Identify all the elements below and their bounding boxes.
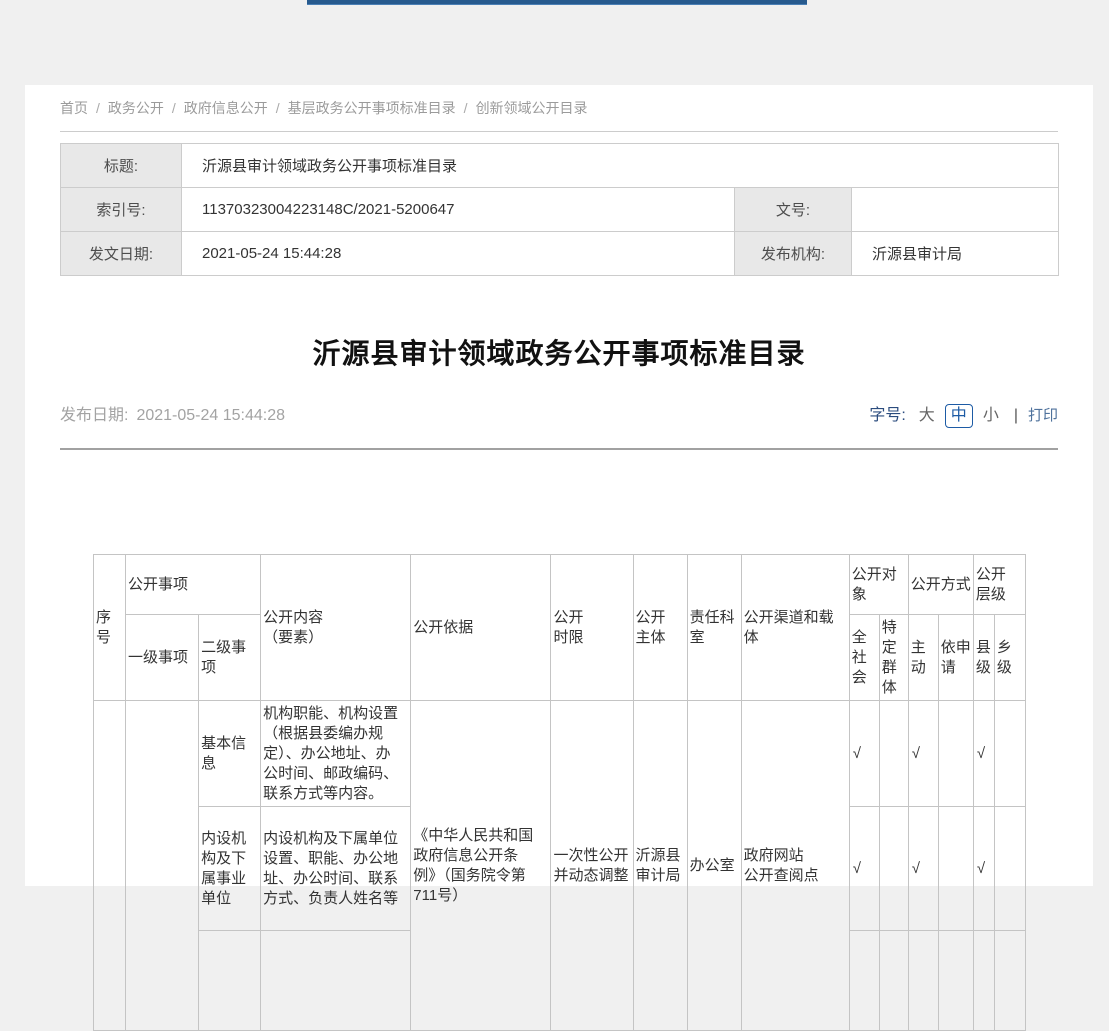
td-check-public: √	[849, 701, 879, 807]
breadcrumb-separator: /	[276, 100, 280, 116]
info-label-date: 发文日期:	[61, 232, 182, 276]
td-level2: 内设机 构及下 属事业 单位	[199, 807, 261, 931]
td-check-request	[938, 807, 973, 931]
header-row-1: 序 号 公开事项 公开内容 （要素） 公开依据 公开 时限 公开 主体 责任科 …	[94, 555, 1026, 615]
td-check-active	[908, 931, 938, 1031]
th-basis: 公开依据	[411, 555, 551, 701]
td-check-active: √	[908, 701, 938, 807]
td-check-town	[994, 931, 1025, 1031]
breadcrumb-item-zhengwu[interactable]: 政务公开	[108, 100, 164, 116]
font-size-small-button[interactable]: 小	[983, 405, 999, 427]
breadcrumb-separator: /	[172, 100, 176, 116]
th-department: 责任科 室	[687, 555, 741, 701]
td-check-specific	[879, 701, 908, 807]
content-card: 首页 / 政务公开 / 政府信息公开 / 基层政务公开事项标准目录 / 创新领域公开目录 标题:…	[25, 85, 1093, 886]
th-level2: 二级事 项	[199, 615, 261, 701]
th-method-active: 主 动	[908, 615, 938, 701]
td-content: 内设机构及下属单位 设置、职能、办公地 址、办公时间、联系 方式、负责人姓名等	[261, 807, 411, 931]
th-audience: 公开对 象	[849, 555, 908, 615]
font-size-medium-button[interactable]: 中	[945, 404, 973, 428]
td-content	[261, 931, 411, 1031]
article-meta-row: 发布日期: 2021-05-24 15:44:28 字号: 大 中 小 | 打印	[60, 404, 1058, 428]
th-channel: 公开渠道和载 体	[741, 555, 849, 701]
breadcrumb: 首页 / 政务公开 / 政府信息公开 / 基层政务公开事项标准目录 / 创新领域公开目录	[60, 99, 1058, 118]
info-row-title: 标题: 沂源县审计领域政务公开事项标准目录	[61, 144, 1059, 188]
font-size-label: 字号:	[869, 405, 905, 427]
td-check-town	[994, 807, 1025, 931]
font-size-large-button[interactable]: 大	[919, 405, 935, 427]
th-subject: 公开 主体	[633, 555, 687, 701]
td-department: 办公室	[687, 701, 741, 1031]
td-check-active: √	[908, 807, 938, 931]
info-value-date: 2021-05-24 15:44:28	[182, 232, 735, 276]
info-row-index: 索引号: 11370323004223148C/2021-5200647 文号:	[61, 188, 1059, 232]
breadcrumb-item-home[interactable]: 首页	[60, 100, 88, 116]
info-label-docnum: 文号:	[735, 188, 852, 232]
td-check-public	[849, 931, 879, 1031]
td-check-specific	[879, 807, 908, 931]
breadcrumb-item-jiceng[interactable]: 基层政务公开事项标准目录	[288, 100, 456, 116]
breadcrumb-separator: /	[96, 100, 100, 116]
info-label-title: 标题:	[61, 144, 182, 188]
td-check-county: √	[973, 807, 994, 931]
th-time-limit: 公开 时限	[551, 555, 633, 701]
td-level2: 基本信 息	[199, 701, 261, 807]
page-title: 沂源县审计领域政务公开事项标准目录	[60, 334, 1058, 374]
info-label-index: 索引号:	[61, 188, 182, 232]
breadcrumb-item-xinxi[interactable]: 政府信息公开	[184, 100, 268, 116]
td-check-public: √	[849, 807, 879, 931]
th-content: 公开内容 （要素）	[261, 555, 411, 701]
td-check-county	[973, 931, 994, 1031]
breadcrumb-item-chuangxin[interactable]: 创新领域公开目录	[476, 100, 588, 116]
td-basis: 《中华人民共和国 政府信息公开条 例》（国务院令第 711号）	[411, 701, 551, 1031]
th-audience-specific: 特 定 群 体	[879, 615, 908, 701]
th-audience-public: 全社 会	[849, 615, 879, 701]
catalog-table: 序 号 公开事项 公开内容 （要素） 公开依据 公开 时限 公开 主体 责任科 …	[93, 554, 1026, 1031]
font-size-control: 字号: 大 中 小 | 打印	[869, 404, 1058, 428]
td-check-specific	[879, 931, 908, 1031]
td-level1	[126, 701, 199, 1031]
publish-date-label: 发布日期:	[60, 407, 128, 424]
th-method: 公开方式	[908, 555, 973, 615]
info-value-index: 11370323004223148C/2021-5200647	[182, 188, 735, 232]
th-method-request: 依申 请	[938, 615, 973, 701]
breadcrumb-divider	[60, 131, 1058, 132]
print-button[interactable]: 打印	[1028, 405, 1058, 427]
td-channel: 政府网站 公开查阅点	[741, 701, 849, 1031]
info-table: 标题: 沂源县审计领域政务公开事项标准目录 索引号: 1137032300422…	[60, 143, 1059, 276]
th-matters: 公开事项	[126, 555, 261, 615]
th-level-county: 县 级	[973, 615, 994, 701]
td-level2	[199, 931, 261, 1031]
info-row-date: 发文日期: 2021-05-24 15:44:28 发布机构: 沂源县审计局	[61, 232, 1059, 276]
info-value-title: 沂源县审计领域政务公开事项标准目录	[182, 144, 1059, 188]
th-level-town: 乡 级	[994, 615, 1025, 701]
th-seq: 序 号	[94, 555, 126, 701]
breadcrumb-separator: /	[464, 100, 468, 116]
td-check-county: √	[973, 701, 994, 807]
td-check-request	[938, 701, 973, 807]
table-row: 基本信 息 机构职能、机构设置 （根据县委编办规 定）、办公地址、办 公时间、邮…	[94, 701, 1026, 807]
td-subject: 沂源县 审计局	[633, 701, 687, 1031]
info-value-docnum	[852, 188, 1059, 232]
publish-date: 发布日期: 2021-05-24 15:44:28	[60, 405, 285, 427]
td-seq	[94, 701, 126, 1031]
topbar-accent	[307, 0, 807, 5]
publish-date-value: 2021-05-24 15:44:28	[136, 407, 285, 424]
td-time-limit: 一次性公开 并动态调整	[551, 701, 633, 1031]
th-level1: 一级事项	[126, 615, 199, 701]
info-value-agency: 沂源县审计局	[852, 232, 1059, 276]
td-content: 机构职能、机构设置 （根据县委编办规 定）、办公地址、办 公时间、邮政编码、 联…	[261, 701, 411, 807]
info-label-agency: 发布机构:	[735, 232, 852, 276]
td-check-request	[938, 931, 973, 1031]
td-check-town	[994, 701, 1025, 807]
th-level: 公开 层级	[973, 555, 1025, 615]
article-divider	[60, 448, 1058, 450]
meta-separator: |	[1014, 405, 1018, 427]
